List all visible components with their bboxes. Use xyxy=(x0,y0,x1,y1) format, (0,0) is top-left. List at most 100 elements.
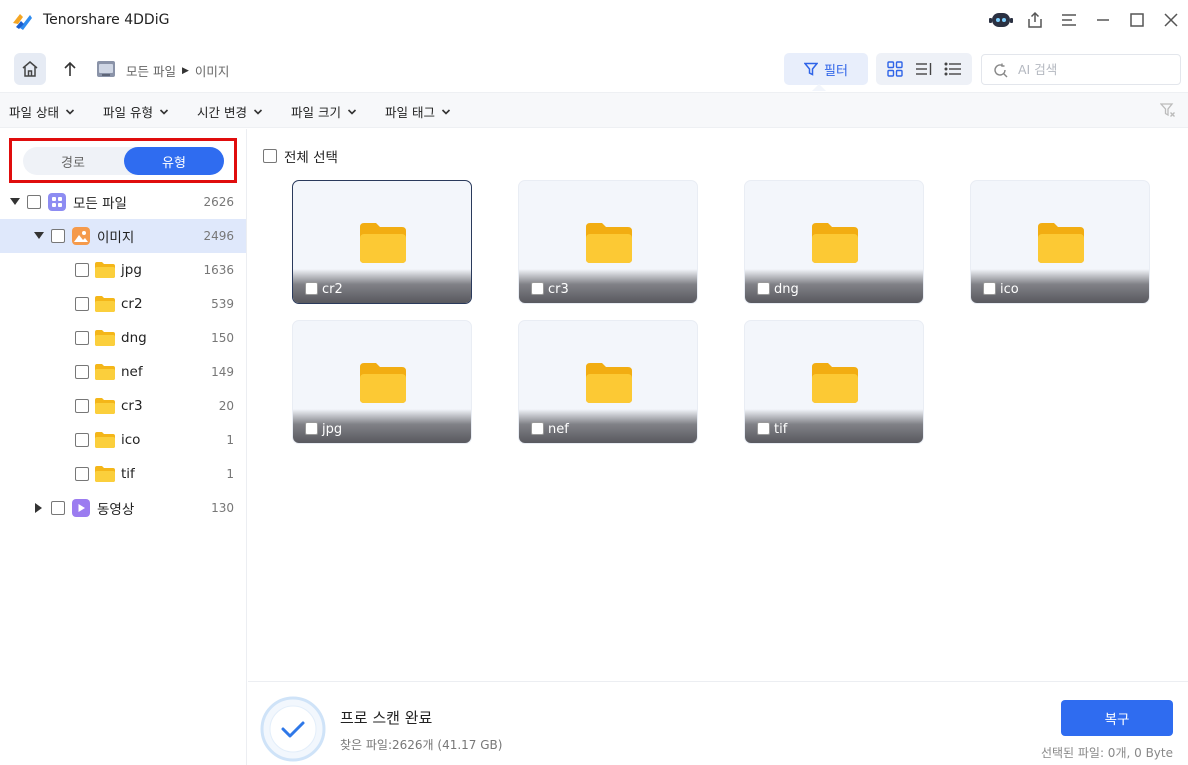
nav-bar: 모든 파일 ▶ 이미지 필터 xyxy=(0,46,1188,92)
list-view-button[interactable] xyxy=(940,56,966,82)
card-name: tif xyxy=(774,422,788,437)
close-icon[interactable] xyxy=(1154,6,1188,34)
checkbox[interactable] xyxy=(75,331,89,345)
tree-item-ico[interactable]: ico 1 xyxy=(0,423,246,457)
tree-item-label: ico xyxy=(121,432,141,448)
tree-item-label: 이미지 xyxy=(97,230,135,246)
folder-card-cr2[interactable]: cr2 xyxy=(292,180,472,304)
folder-card-dng[interactable]: dng xyxy=(744,180,924,304)
tree-item-count: 130 xyxy=(211,501,234,515)
folder-card-cr3[interactable]: cr3 xyxy=(518,180,698,304)
folder-icon xyxy=(95,296,115,312)
search-input[interactable] xyxy=(1018,62,1168,77)
filter-caret xyxy=(812,84,826,91)
card-name: jpg xyxy=(322,422,343,437)
selected-files-info: 선택된 파일: 0개, 0 Byte xyxy=(1040,746,1173,760)
checkbox[interactable] xyxy=(75,297,89,311)
tree-item-images[interactable]: 이미지 2496 xyxy=(0,219,246,253)
folder-card-nef[interactable]: nef xyxy=(518,320,698,444)
tree-item-video[interactable]: 동영상 130 xyxy=(0,491,246,525)
minimize-icon[interactable] xyxy=(1086,6,1120,34)
filter-file-tag-label: 파일 태그 xyxy=(385,105,435,120)
card-checkbox[interactable] xyxy=(757,422,770,435)
sidebar: 경로 유형 모든 파일 2626 이미지 2496 jpg 1636 cr2 5… xyxy=(0,129,247,765)
chevron-down-icon xyxy=(65,108,75,115)
expand-arrow-icon[interactable] xyxy=(10,197,20,207)
menu-icon[interactable] xyxy=(1052,6,1086,34)
card-name: nef xyxy=(548,422,569,437)
folder-icon xyxy=(812,223,858,263)
tree-item-cr3[interactable]: cr3 20 xyxy=(0,389,246,423)
breadcrumb-item-all-files[interactable]: 모든 파일 xyxy=(126,61,176,80)
checkbox[interactable] xyxy=(51,229,65,243)
expand-arrow-icon[interactable] xyxy=(34,231,44,241)
checkbox[interactable] xyxy=(75,365,89,379)
filter-file-status-label: 파일 상태 xyxy=(9,105,59,120)
up-button[interactable] xyxy=(56,53,84,85)
filter-button[interactable]: 필터 xyxy=(784,53,868,85)
maximize-icon[interactable] xyxy=(1120,6,1154,34)
app-logo-icon xyxy=(13,14,32,30)
filter-file-size[interactable]: 파일 크기 xyxy=(291,102,357,121)
checkbox[interactable] xyxy=(75,467,89,481)
tree-item-label: dng xyxy=(121,330,147,346)
card-caption-shade xyxy=(519,409,697,443)
checkbox[interactable] xyxy=(27,195,41,209)
folder-card-ico[interactable]: ico xyxy=(970,180,1150,304)
checkbox[interactable] xyxy=(75,263,89,277)
folder-icon xyxy=(360,223,406,263)
card-checkbox[interactable] xyxy=(983,282,996,295)
search-box[interactable] xyxy=(981,54,1181,85)
folder-icon xyxy=(95,262,115,278)
tree-item-count: 150 xyxy=(211,331,234,345)
detail-list-icon xyxy=(915,63,932,75)
folder-card-jpg[interactable]: jpg xyxy=(292,320,472,444)
checkbox[interactable] xyxy=(51,501,65,515)
filter-file-type-label: 파일 유형 xyxy=(103,105,153,120)
filter-time-modified[interactable]: 시간 변경 xyxy=(197,102,263,121)
card-checkbox[interactable] xyxy=(531,422,544,435)
checkbox[interactable] xyxy=(75,399,89,413)
filter-label: 필터 xyxy=(824,63,848,79)
home-icon xyxy=(22,61,38,77)
toggle-type[interactable]: 유형 xyxy=(124,147,224,175)
folder-card-tif[interactable]: tif xyxy=(744,320,924,444)
tree-item-tif[interactable]: tif 1 xyxy=(0,457,246,491)
detail-view-button[interactable] xyxy=(911,56,937,82)
card-name: cr2 xyxy=(322,282,343,297)
tree-item-nef[interactable]: nef 149 xyxy=(0,355,246,389)
tree-item-jpg[interactable]: jpg 1636 xyxy=(0,253,246,287)
breadcrumb-item-images[interactable]: 이미지 xyxy=(195,61,230,80)
view-mode-group xyxy=(876,53,972,85)
tree-item-cr2[interactable]: cr2 539 xyxy=(0,287,246,321)
grid-view-button[interactable] xyxy=(882,56,908,82)
card-checkbox[interactable] xyxy=(305,282,318,295)
tree-item-all-files[interactable]: 모든 파일 2626 xyxy=(0,185,246,219)
home-button[interactable] xyxy=(14,53,46,85)
card-checkbox[interactable] xyxy=(305,422,318,435)
select-all-checkbox[interactable] xyxy=(263,149,277,163)
list-icon xyxy=(944,62,962,76)
tree-item-dng[interactable]: dng 150 xyxy=(0,321,246,355)
tree-item-label: 동영상 xyxy=(97,502,135,518)
card-caption-shade xyxy=(293,269,471,303)
expand-arrow-icon[interactable] xyxy=(34,503,44,513)
tree-item-count: 2496 xyxy=(203,229,234,243)
filter-file-type[interactable]: 파일 유형 xyxy=(103,102,169,121)
grid-icon xyxy=(886,61,903,77)
recover-button[interactable]: 복구 xyxy=(1061,700,1173,736)
drive-icon xyxy=(97,61,115,77)
share-icon[interactable] xyxy=(1018,6,1052,34)
tree-item-count: 20 xyxy=(218,399,234,413)
card-checkbox[interactable] xyxy=(531,282,544,295)
assistant-bot-icon[interactable] xyxy=(984,6,1018,34)
filter-file-status[interactable]: 파일 상태 xyxy=(9,102,75,121)
checkbox[interactable] xyxy=(75,433,89,447)
card-checkbox[interactable] xyxy=(757,282,770,295)
select-all[interactable]: 전체 선택 xyxy=(263,146,338,166)
chevron-down-icon xyxy=(441,108,451,115)
toggle-path[interactable]: 경로 xyxy=(23,147,123,175)
clear-filter-icon[interactable] xyxy=(1160,102,1176,118)
filter-file-tag[interactable]: 파일 태그 xyxy=(385,102,451,121)
all-files-icon xyxy=(48,193,66,211)
